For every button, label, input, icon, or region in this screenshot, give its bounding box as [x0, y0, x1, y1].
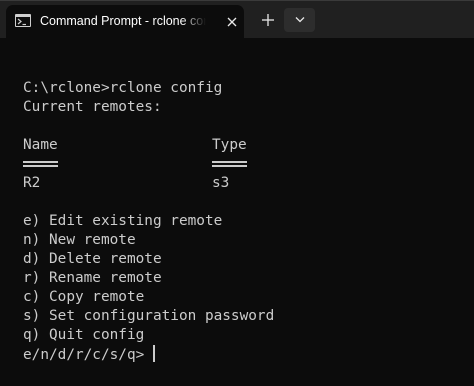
prompt-text: e/n/d/r/c/s/q>	[23, 347, 145, 363]
type-underline	[212, 155, 247, 174]
name-column-header: Name	[23, 137, 58, 153]
remote-name: R2	[23, 175, 41, 191]
menu-item: r) Rename remote	[23, 270, 162, 286]
console-output[interactable]: C:\rclone>rclone config Current remotes:…	[23, 79, 463, 364]
title-bar: Command Prompt - rclone config	[0, 0, 474, 39]
menu-item: n) New remote	[23, 232, 136, 248]
tab-title: Command Prompt - rclone config	[40, 14, 206, 28]
remotes-heading: Current remotes:	[23, 99, 162, 115]
name-underline	[23, 155, 58, 174]
command-line: C:\rclone>rclone config	[23, 80, 223, 96]
chevron-down-icon	[295, 17, 305, 23]
header-underline	[23, 155, 463, 174]
tab-dropdown-button[interactable]	[284, 8, 315, 32]
type-column-header: Type	[212, 137, 247, 153]
terminal-window: Command Prompt - rclone config C:\rclone…	[0, 0, 474, 386]
plus-icon[interactable]	[259, 11, 277, 29]
menu-item: c) Copy remote	[23, 289, 145, 305]
close-icon[interactable]	[224, 14, 240, 30]
table-header: Name Type	[23, 136, 463, 155]
tab-command-prompt[interactable]: Command Prompt - rclone config	[6, 5, 244, 39]
menu-item: e) Edit existing remote	[23, 213, 223, 229]
text-cursor	[153, 345, 155, 362]
prompt-line[interactable]: e/n/d/r/c/s/q>	[23, 345, 463, 364]
menu-item: d) Delete remote	[23, 251, 162, 267]
terminal-icon	[15, 14, 31, 27]
remote-type: s3	[212, 175, 230, 191]
menu-item: q) Quit config	[23, 327, 145, 343]
menu-item: s) Set configuration password	[23, 308, 275, 324]
